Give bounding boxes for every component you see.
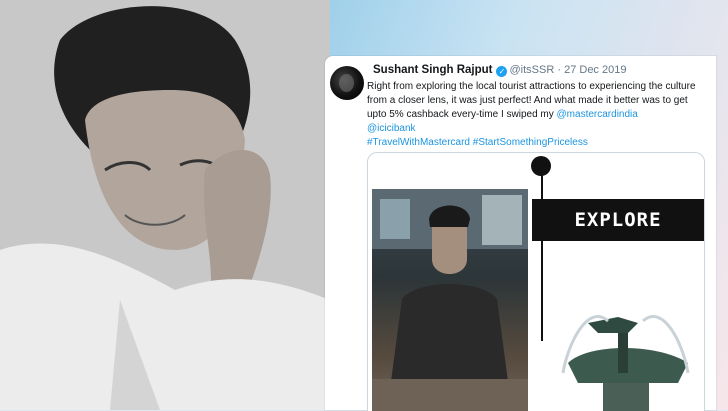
tweet-text-main: Right from exploring the local tourist a…: [367, 81, 696, 120]
tweet-media[interactable]: EXPLORE: [367, 152, 705, 411]
mention-icicibank[interactable]: @icicibank: [367, 123, 416, 134]
tweet-header: Sushant Singh Rajput ✓ @itsSSR · 27 Dec 20…: [373, 64, 626, 77]
fountain-illustration: [548, 303, 704, 411]
tweet-date[interactable]: 27 Dec 2019: [564, 64, 626, 76]
author-name[interactable]: Sushant Singh Rajput: [373, 64, 492, 76]
explore-label: EXPLORE: [532, 199, 704, 241]
avatar[interactable]: [330, 66, 364, 100]
tweet-text: Right from exploring the local tourist a…: [367, 80, 707, 150]
pin-dot: [531, 156, 551, 176]
author-handle[interactable]: @itsSSR: [509, 64, 554, 76]
portrait-illustration: [0, 0, 330, 410]
cafe-illustration: [372, 189, 528, 411]
hashtag-startsomethingpriceless[interactable]: #StartSomethingPriceless: [473, 137, 588, 148]
cafe-photo: [372, 189, 528, 411]
verified-icon: ✓: [496, 66, 508, 77]
portrait-photo: [0, 0, 330, 410]
mention-mastercardindia[interactable]: @mastercardindia: [557, 109, 638, 120]
hashtag-travelwithmastercard[interactable]: #TravelWithMastercard: [367, 137, 470, 148]
pin-line: [541, 165, 543, 341]
tweet-card[interactable]: Sushant Singh Rajput ✓ @itsSSR · 27 Dec 20…: [325, 56, 716, 411]
separator: ·: [557, 64, 562, 76]
